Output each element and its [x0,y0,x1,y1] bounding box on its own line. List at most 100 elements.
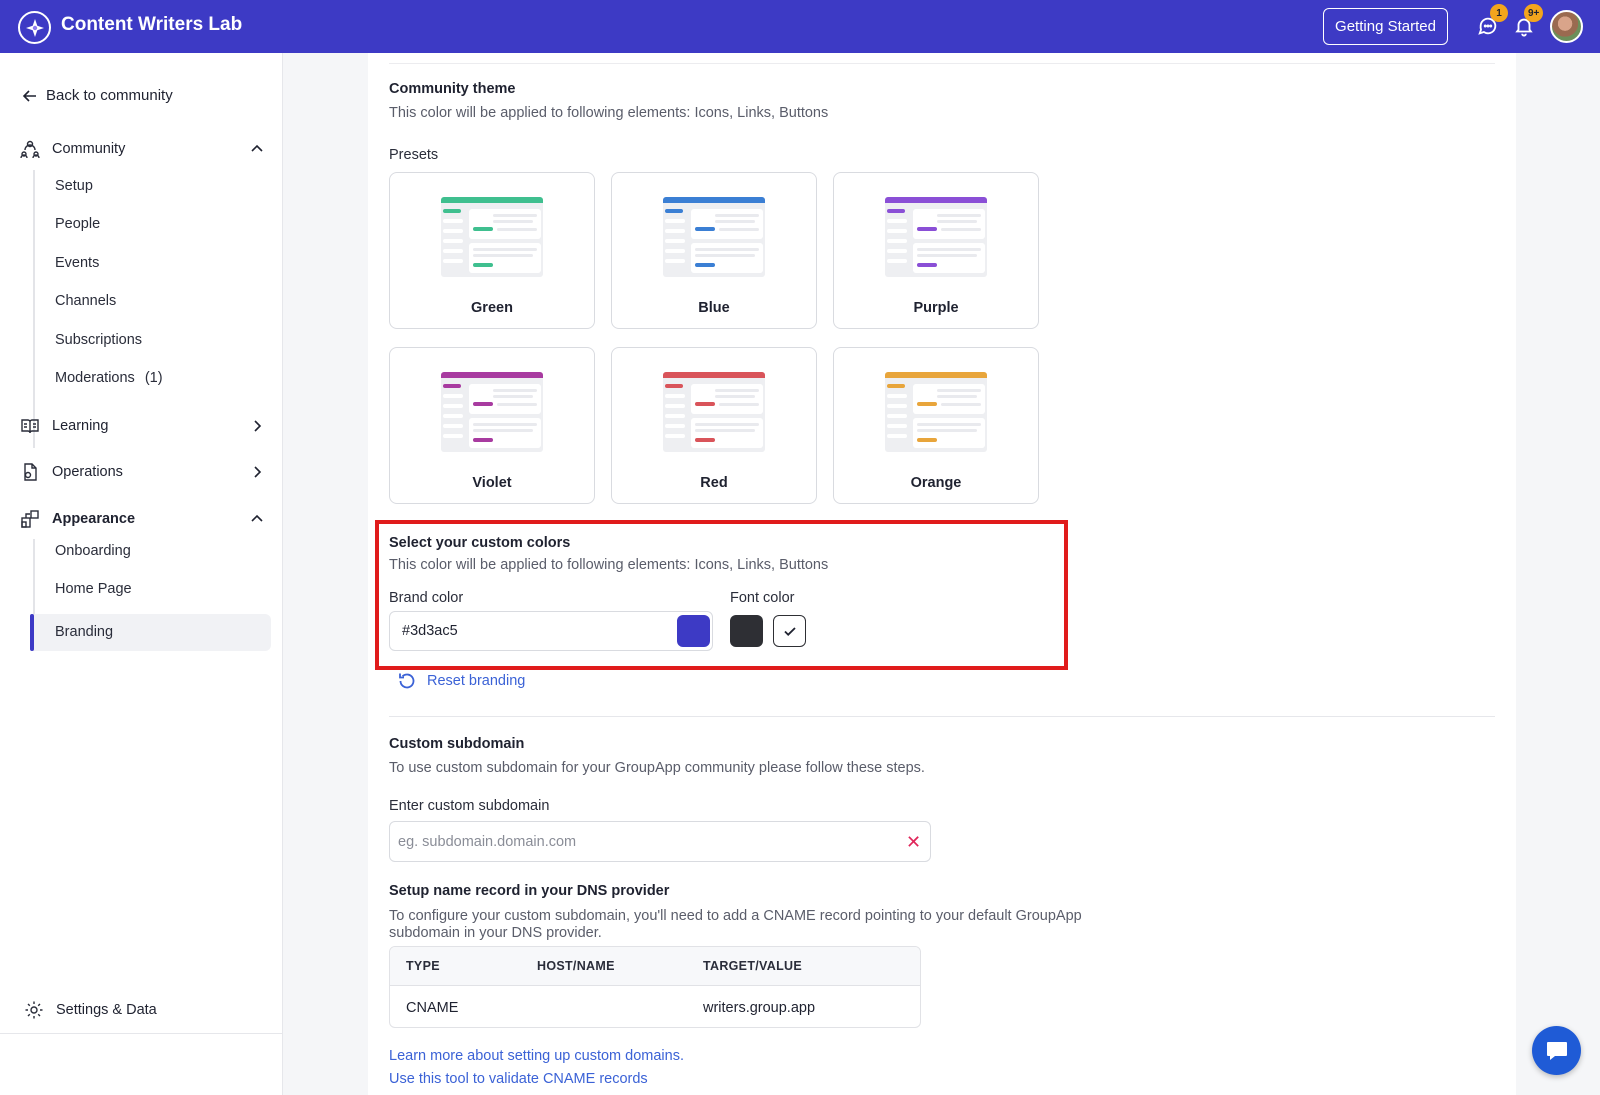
preset-preview [885,372,987,452]
reset-branding-button[interactable]: Reset branding [397,671,525,691]
preset-name: Orange [910,475,962,491]
clear-icon[interactable]: ✕ [906,832,921,853]
gear-icon [25,1001,43,1019]
sidebar-item-channels[interactable]: Channels [55,293,116,309]
preset-name: Violet [472,475,512,491]
sidebar-item-moderations[interactable]: Moderations (1) [55,370,163,386]
support-chat-button[interactable] [1532,1026,1581,1075]
preset-card-violet[interactable]: Violet [389,347,595,504]
preset-name: Purple [913,300,959,316]
arrow-left-icon [22,89,36,102]
sidebar-item-subscriptions[interactable]: Subscriptions [55,332,142,348]
brand-color-swatch[interactable] [677,615,710,647]
section-divider [389,716,1495,717]
community-theme-description: This color will be applied to following … [389,105,829,121]
subdomain-input-label: Enter custom subdomain [389,798,550,814]
custom-subdomain-title: Custom subdomain [389,736,525,752]
moderations-label: Moderations [55,370,135,386]
preset-card-green[interactable]: Green [389,172,595,329]
book-icon [21,419,39,434]
preset-card-blue[interactable]: Blue [611,172,817,329]
learning-label: Learning [52,418,109,434]
sidebar-item-events[interactable]: Events [55,255,99,271]
operations-label: Operations [52,464,123,480]
presets-label: Presets [389,147,439,163]
dns-description-line2: subdomain in your DNS provider. [389,925,602,941]
dns-header-host: HOST/NAME [537,959,615,973]
validate-cname-link[interactable]: Use this tool to validate CNAME records [389,1071,648,1087]
preset-preview [885,197,987,277]
preset-card-purple[interactable]: Purple [833,172,1039,329]
font-color-light-swatch[interactable] [773,615,806,647]
preset-card-red[interactable]: Red [611,347,817,504]
dns-description-line1: To configure your custom subdomain, you'… [389,908,1082,924]
appearance-label: Appearance [52,511,136,527]
community-tree-line [33,170,35,448]
reset-branding-label: Reset branding [427,673,526,689]
chat-bubble-icon [1546,1041,1567,1060]
notifications-badge: 9+ [1524,4,1544,22]
app-logo-icon[interactable] [18,11,51,44]
chevron-right-icon[interactable] [249,418,265,434]
app-title[interactable]: Content Writers Lab [61,14,242,36]
community-label: Community [52,141,126,157]
sidebar: Back to community Community Setup People… [0,53,283,1095]
sidebar-group-learning[interactable]: Learning [20,416,265,436]
brand-color-input[interactable]: #3d3ac5 [389,611,713,651]
settings-data-link[interactable]: Settings & Data [24,1000,157,1020]
settings-label: Settings & Data [56,1002,157,1018]
preset-name: Green [471,300,513,316]
subdomain-input[interactable] [398,830,878,854]
preset-name: Blue [698,300,730,316]
dns-cell-type: CNAME [406,1000,459,1016]
sidebar-footer-divider [0,1033,283,1034]
chevron-right-icon[interactable] [249,464,265,480]
back-label: Back to community [46,87,173,104]
dns-table-header: TYPE HOST/NAME TARGET/VALUE [390,947,920,986]
reset-icon [399,673,415,689]
sidebar-item-branding[interactable]: Branding [55,624,113,640]
preset-preview [663,372,765,452]
custom-colors-description: This color will be applied to following … [389,557,829,573]
preset-preview [663,197,765,277]
top-bar: Content Writers Lab Getting Started 1 9+ [0,0,1600,53]
preset-preview [441,197,543,277]
messages-badge: 1 [1490,4,1508,22]
sidebar-group-appearance[interactable]: Appearance [20,509,265,529]
preset-card-orange[interactable]: Orange [833,347,1039,504]
sidebar-item-onboarding[interactable]: Onboarding [55,543,131,559]
font-color-label: Font color [730,590,795,606]
custom-colors-title: Select your custom colors [389,535,571,551]
brand-color-value: #3d3ac5 [402,623,458,639]
back-to-community-link[interactable]: Back to community [22,87,173,104]
subdomain-field[interactable]: ✕ [389,821,931,862]
sidebar-item-home-page[interactable]: Home Page [55,581,132,597]
section-top-divider [389,63,1495,64]
community-theme-title: Community theme [389,81,516,97]
dns-table: TYPE HOST/NAME TARGET/VALUE CNAME writer… [389,946,921,1028]
dns-header-target: TARGET/VALUE [703,959,802,973]
appearance-icon [21,510,39,528]
sidebar-item-setup[interactable]: Setup [55,178,93,194]
sidebar-group-operations[interactable]: Operations [20,462,265,482]
dns-title: Setup name record in your DNS provider [389,883,670,899]
sidebar-group-community[interactable]: Community [20,139,265,159]
sidebar-active-indicator [30,614,34,651]
brand-color-label: Brand color [389,590,464,606]
user-avatar[interactable] [1550,10,1583,43]
learn-more-link[interactable]: Learn more about setting up custom domai… [389,1048,684,1064]
chevron-up-icon[interactable] [249,511,265,527]
dns-header-type: TYPE [406,959,440,973]
moderations-count: (1) [144,370,163,386]
dns-cell-target[interactable]: writers.group.app [703,1000,815,1016]
preset-preview [441,372,543,452]
community-icon [20,140,40,159]
preset-name: Red [700,475,728,491]
chevron-up-icon[interactable] [249,141,265,157]
operations-icon [24,463,37,481]
font-color-dark-swatch[interactable] [730,615,763,647]
sidebar-item-people[interactable]: People [55,216,100,232]
check-icon [783,627,796,636]
getting-started-button[interactable]: Getting Started [1323,8,1448,45]
custom-subdomain-description: To use custom subdomain for your GroupAp… [389,760,925,776]
